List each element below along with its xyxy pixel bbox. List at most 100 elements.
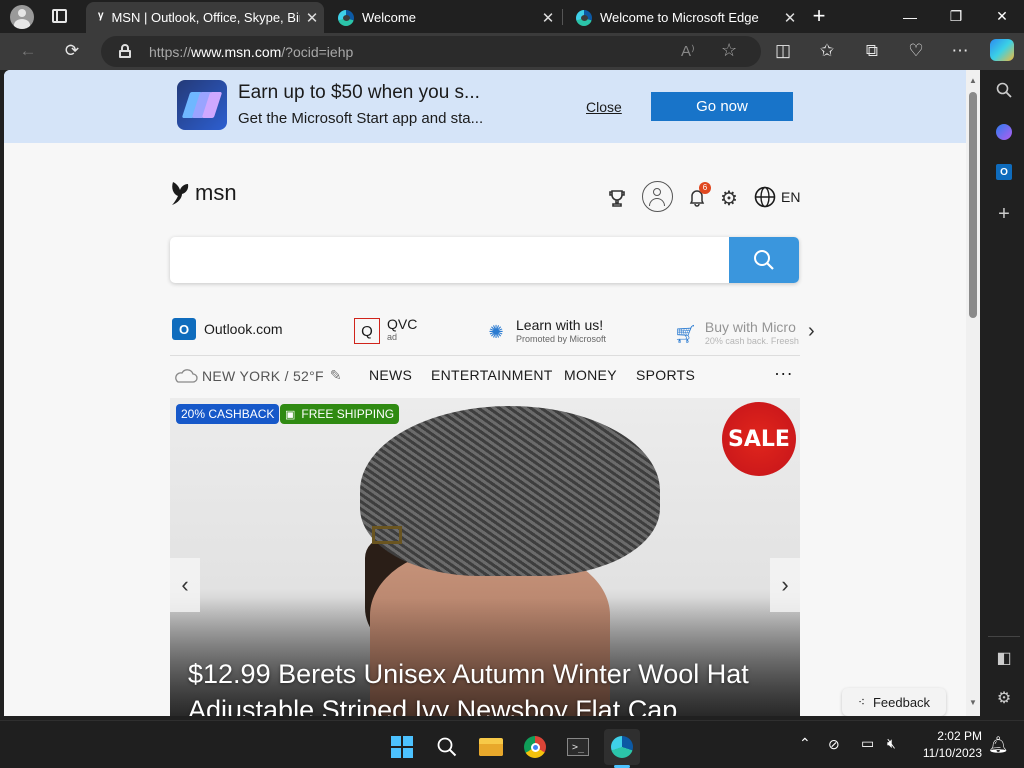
- language-label: EN: [781, 189, 801, 205]
- windows-taskbar: >_ ⌃ ⊘ ▭ 🔇︎ 2:02 PM 11/10/2023 🔔︎: [0, 720, 1024, 768]
- globe-icon: [754, 186, 776, 208]
- back-button[interactable]: ←: [12, 35, 44, 67]
- cloud-icon: [175, 368, 198, 383]
- quicklink-qvc[interactable]: Q QVC ad: [354, 316, 418, 344]
- clock-date[interactable]: 11/10/2023: [912, 746, 982, 760]
- hero-next-arrow[interactable]: ›: [770, 558, 800, 612]
- edge-icon: [576, 9, 592, 26]
- quicklink-outlook[interactable]: O Outlook.com: [172, 318, 283, 340]
- sidebar-add-icon[interactable]: +: [984, 198, 1024, 230]
- refresh-button[interactable]: ⟳: [56, 35, 88, 67]
- tab-msn[interactable]: ᵞ MSN | Outlook, Office, Skype, Bing ✕: [86, 2, 324, 33]
- gift-icon: ▣: [285, 408, 296, 421]
- profile-avatar[interactable]: [10, 5, 34, 29]
- language-selector[interactable]: EN: [754, 186, 800, 208]
- tab-actions-icon[interactable]: [52, 9, 67, 23]
- read-aloud-icon[interactable]: A⁾: [681, 42, 695, 60]
- taskbar-search-icon[interactable]: [429, 729, 465, 765]
- page-scrollbar[interactable]: ▲ ▼: [966, 70, 980, 716]
- tray-chevron-icon[interactable]: ⌃: [799, 735, 811, 752]
- close-window-button[interactable]: ✕: [979, 0, 1024, 33]
- quicklink-label: QVC: [387, 316, 418, 332]
- hero-headline[interactable]: $12.99 Berets Unisex Autumn Winter Wool …: [188, 656, 798, 716]
- chrome-icon[interactable]: [517, 729, 553, 765]
- nav-more-icon[interactable]: ···: [774, 363, 793, 384]
- browser-toolbar: ← ⟳ https://www.msn.com/?ocid=iehp A⁾ ☆ …: [0, 33, 1024, 70]
- search-icon: [754, 250, 774, 270]
- minimize-button[interactable]: —: [887, 0, 933, 33]
- quicklink-learn[interactable]: ✺ Learn with us! Promoted by Microsoft: [484, 318, 606, 346]
- collections-icon[interactable]: ⧉: [856, 35, 888, 67]
- sign-in-avatar-button[interactable]: [642, 181, 673, 212]
- quicklink-label: Outlook.com: [204, 321, 283, 337]
- scroll-down-arrow[interactable]: ▼: [969, 698, 977, 707]
- free-shipping-text: FREE SHIPPING: [301, 407, 395, 421]
- tab-welcome[interactable]: Welcome ✕: [326, 2, 560, 33]
- maximize-button[interactable]: ❐: [933, 0, 979, 33]
- address-bar[interactable]: https://www.msn.com/?ocid=iehp A⁾ ☆: [101, 36, 761, 67]
- new-tab-button[interactable]: +: [806, 4, 832, 28]
- sidebar-copilot-icon[interactable]: [984, 116, 1024, 148]
- sidebar-search-icon[interactable]: [984, 74, 1024, 106]
- promo-banner: Earn up to $50 when you s... Get the Mic…: [4, 70, 966, 143]
- start-button[interactable]: [384, 729, 420, 765]
- weather-text: NEW YORK / 52°F: [202, 367, 324, 384]
- close-tab-icon[interactable]: ✕: [778, 9, 802, 27]
- shopping-cart-icon: 🛒︎: [674, 323, 697, 344]
- go-now-button[interactable]: Go now: [651, 92, 793, 121]
- nav-news[interactable]: NEWS: [369, 367, 412, 383]
- notifications-bell-icon[interactable]: 6: [684, 182, 711, 211]
- sidebar-settings-icon[interactable]: ⚙: [984, 682, 1024, 714]
- banner-title: Earn up to $50 when you s...: [238, 82, 480, 103]
- tab-strip: ᵞ MSN | Outlook, Office, Skype, Bing ✕ W…: [0, 0, 1024, 33]
- nav-money[interactable]: MONEY: [564, 367, 617, 383]
- display-icon[interactable]: ▭: [861, 735, 874, 752]
- file-explorer-icon[interactable]: [473, 729, 509, 765]
- quicklink-sublabel: Promoted by Microsoft: [516, 334, 607, 344]
- tab-welcome-edge[interactable]: Welcome to Microsoft Edge ✕: [564, 2, 802, 33]
- feedback-button[interactable]: ⁖ Feedback: [842, 688, 946, 716]
- clock-time[interactable]: 2:02 PM: [920, 729, 982, 743]
- sidebar-hide-icon[interactable]: ◧: [984, 642, 1024, 674]
- sidebar-outlook-icon[interactable]: O: [984, 156, 1024, 188]
- tab-divider: [562, 9, 563, 25]
- terminal-icon[interactable]: >_: [560, 729, 596, 765]
- nav-sports[interactable]: SPORTS: [636, 367, 695, 383]
- favorites-icon[interactable]: ✩: [811, 35, 843, 67]
- scroll-up-arrow[interactable]: ▲: [969, 76, 977, 85]
- search-input[interactable]: [170, 237, 729, 283]
- browser-essentials-icon[interactable]: ♡: [900, 35, 932, 67]
- scrollbar-thumb[interactable]: [969, 92, 977, 318]
- rewards-trophy-icon[interactable]: [604, 185, 630, 211]
- msn-butterfly-icon: [172, 182, 189, 205]
- lightbulb-icon: ✺: [488, 321, 504, 342]
- close-tab-icon[interactable]: ✕: [300, 9, 324, 27]
- quicklinks-next-arrow[interactable]: ›: [808, 320, 815, 343]
- weather-widget[interactable]: NEW YORK / 52°F ✎: [172, 367, 342, 384]
- msn-logo[interactable]: msn: [169, 180, 237, 206]
- tab-title: Welcome to Microsoft Edge: [600, 10, 759, 25]
- hero-card[interactable]: 20% CASHBACK ▣ FREE SHIPPING SALE ‹ › $1…: [170, 398, 800, 716]
- nav-entertainment[interactable]: ENTERTAINMENT: [431, 367, 553, 383]
- lock-icon[interactable]: [119, 44, 131, 58]
- more-menu-icon[interactable]: ⋯: [944, 35, 976, 67]
- favorite-star-icon[interactable]: ☆: [721, 40, 737, 61]
- copilot-icon[interactable]: [990, 39, 1014, 61]
- banner-close-link[interactable]: Close: [586, 99, 622, 115]
- close-tab-icon[interactable]: ✕: [536, 9, 560, 27]
- volume-muted-icon[interactable]: 🔇︎: [887, 735, 896, 752]
- quicklink-label: Buy with Micro: [704, 319, 796, 335]
- hero-prev-arrow[interactable]: ‹: [170, 558, 200, 612]
- quicklink-buy[interactable]: 🛒︎ Buy with Micro 20% cash back. Freesh: [674, 318, 800, 350]
- edit-location-icon[interactable]: ✎: [330, 367, 342, 384]
- sidebar-divider: [988, 636, 1020, 637]
- quicklink-label: Learn with us!: [516, 317, 604, 333]
- search-button[interactable]: [729, 237, 799, 283]
- sale-burst: SALE: [722, 402, 796, 476]
- notification-center-icon[interactable]: 🔔︎: [988, 735, 1008, 755]
- settings-gear-icon[interactable]: ⚙: [716, 185, 742, 211]
- split-screen-icon[interactable]: ◫: [767, 35, 799, 67]
- network-off-icon[interactable]: ⊘: [828, 736, 840, 753]
- banner-subtitle: Get the Microsoft Start app and sta...: [238, 110, 484, 127]
- edge-taskbar-icon[interactable]: [604, 729, 640, 765]
